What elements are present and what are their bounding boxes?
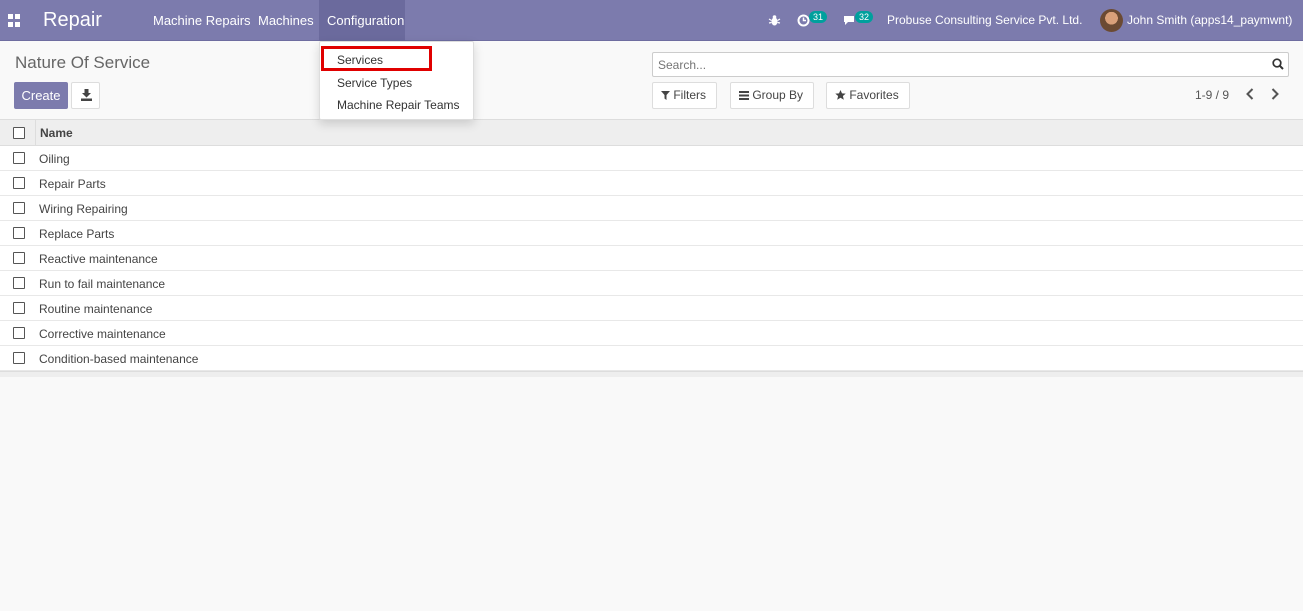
table-row[interactable]: Repair Parts — [0, 171, 1303, 196]
row-name: Replace Parts — [39, 227, 115, 241]
row-name: Repair Parts — [39, 177, 106, 191]
menu-machines[interactable]: Machines — [250, 0, 322, 41]
filter-icon — [661, 91, 670, 100]
row-name: Run to fail maintenance — [39, 277, 166, 291]
group-by-button[interactable]: Group By — [730, 82, 814, 109]
search-icon[interactable] — [1272, 58, 1284, 70]
row-checkbox[interactable] — [13, 277, 25, 289]
pager-value[interactable]: 1-9 / 9 — [1195, 88, 1229, 102]
search-input[interactable] — [653, 53, 1253, 76]
group-by-label: Group By — [752, 88, 804, 102]
messages-badge: 32 — [855, 11, 874, 23]
menu-machine-repairs[interactable]: Machine Repairs — [145, 0, 259, 41]
table-row[interactable]: Routine maintenance — [0, 296, 1303, 321]
services-list: Name Oiling Repair Parts Wiring Repairin… — [0, 119, 1303, 377]
row-name: Routine maintenance — [39, 302, 153, 316]
star-icon — [835, 90, 846, 100]
bars-icon — [739, 91, 749, 100]
table-row[interactable]: Condition-based maintenance — [0, 346, 1303, 371]
download-button[interactable] — [71, 82, 100, 109]
download-icon — [81, 89, 92, 101]
activities-badge: 31 — [809, 11, 828, 23]
row-checkbox[interactable] — [13, 327, 25, 339]
table-footer — [0, 371, 1303, 377]
row-name: Corrective maintenance — [39, 327, 166, 341]
column-name-header[interactable]: Name — [40, 126, 73, 140]
chevron-left-icon[interactable] — [1245, 88, 1255, 100]
dropdown-item-machine-repair-teams[interactable]: Machine Repair Teams — [337, 98, 460, 112]
user-avatar[interactable] — [1100, 9, 1123, 32]
table-row[interactable]: Reactive maintenance — [0, 246, 1303, 271]
services-highlight-box — [321, 46, 432, 71]
menu-configuration[interactable]: Configuration — [319, 0, 405, 41]
company-switcher[interactable]: Probuse Consulting Service Pvt. Ltd. — [887, 0, 1082, 41]
row-name: Condition-based maintenance — [39, 352, 199, 366]
app-brand[interactable]: Repair — [43, 9, 102, 32]
row-name: Oiling — [39, 152, 70, 166]
user-menu[interactable]: John Smith (apps14_paymwnt) — [1127, 0, 1292, 41]
bug-icon[interactable] — [768, 14, 781, 27]
top-navbar: Repair Machine Repairs Machines Configur… — [0, 0, 1303, 41]
row-checkbox[interactable] — [13, 177, 25, 189]
filters-button[interactable]: Filters — [652, 82, 717, 109]
table-row[interactable]: Corrective maintenance — [0, 321, 1303, 346]
table-row[interactable]: Wiring Repairing — [0, 196, 1303, 221]
dropdown-item-service-types[interactable]: Service Types — [337, 76, 412, 90]
app-grid-icon[interactable] — [8, 14, 21, 27]
row-checkbox[interactable] — [13, 227, 25, 239]
row-checkbox[interactable] — [13, 152, 25, 164]
search-box — [652, 52, 1289, 77]
table-row[interactable]: Replace Parts — [0, 221, 1303, 246]
row-name: Wiring Repairing — [39, 202, 128, 216]
chevron-right-icon[interactable] — [1270, 88, 1280, 100]
table-header: Name — [0, 119, 1303, 147]
table-row[interactable]: Run to fail maintenance — [0, 271, 1303, 296]
row-name: Reactive maintenance — [39, 252, 158, 266]
row-checkbox[interactable] — [13, 302, 25, 314]
favorites-button[interactable]: Favorites — [826, 82, 910, 109]
row-checkbox[interactable] — [13, 202, 25, 214]
filters-label: Filters — [673, 88, 707, 102]
row-checkbox[interactable] — [13, 252, 25, 264]
select-all-checkbox[interactable] — [13, 127, 25, 139]
table-row[interactable]: Oiling — [0, 146, 1303, 171]
row-checkbox[interactable] — [13, 352, 25, 364]
favorites-label: Favorites — [849, 88, 899, 102]
page-title: Nature Of Service — [15, 53, 151, 72]
create-button[interactable]: Create — [14, 82, 68, 109]
